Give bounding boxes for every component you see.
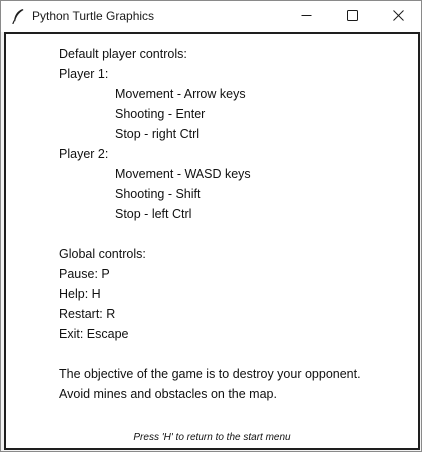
- title-bar[interactable]: Python Turtle Graphics: [1, 1, 421, 32]
- controls-heading: Default player controls:: [59, 47, 187, 61]
- help-control: Help: H: [59, 287, 101, 301]
- maximize-button[interactable]: [329, 1, 375, 32]
- objective-text-line2: Avoid mines and obstacles on the map.: [59, 387, 277, 401]
- objective-text-line1: The objective of the game is to destroy …: [59, 367, 361, 381]
- player1-movement: Movement - Arrow keys: [115, 87, 246, 101]
- pause-control: Pause: P: [59, 267, 110, 281]
- global-controls-heading: Global controls:: [59, 247, 146, 261]
- restart-control: Restart: R: [59, 307, 116, 321]
- player2-shooting: Shooting - Shift: [115, 187, 201, 201]
- player1-stop: Stop - right Ctrl: [115, 127, 200, 141]
- player2-movement: Movement - WASD keys: [115, 167, 251, 181]
- player2-label: Player 2:: [59, 147, 109, 161]
- maximize-icon: [346, 8, 358, 26]
- close-icon: [392, 8, 404, 26]
- feather-icon: [11, 8, 25, 25]
- minimize-button[interactable]: [283, 1, 329, 32]
- close-button[interactable]: [375, 1, 421, 32]
- window-title: Python Turtle Graphics: [32, 9, 155, 23]
- minimize-icon: [301, 8, 312, 26]
- turtle-canvas-frame: Default player controls: Player 1: Movem…: [4, 32, 420, 450]
- player1-label: Player 1:: [59, 67, 109, 81]
- player2-stop: Stop - left Ctrl: [115, 207, 192, 221]
- exit-control: Exit: Escape: [59, 327, 129, 341]
- turtle-window: Python Turtle Graphics Default player co…: [0, 0, 422, 452]
- player1-shooting: Shooting - Enter: [115, 107, 206, 121]
- return-hint: Press 'H' to return to the start menu: [133, 432, 291, 443]
- turtle-canvas[interactable]: Default player controls: Player 1: Movem…: [7, 35, 417, 447]
